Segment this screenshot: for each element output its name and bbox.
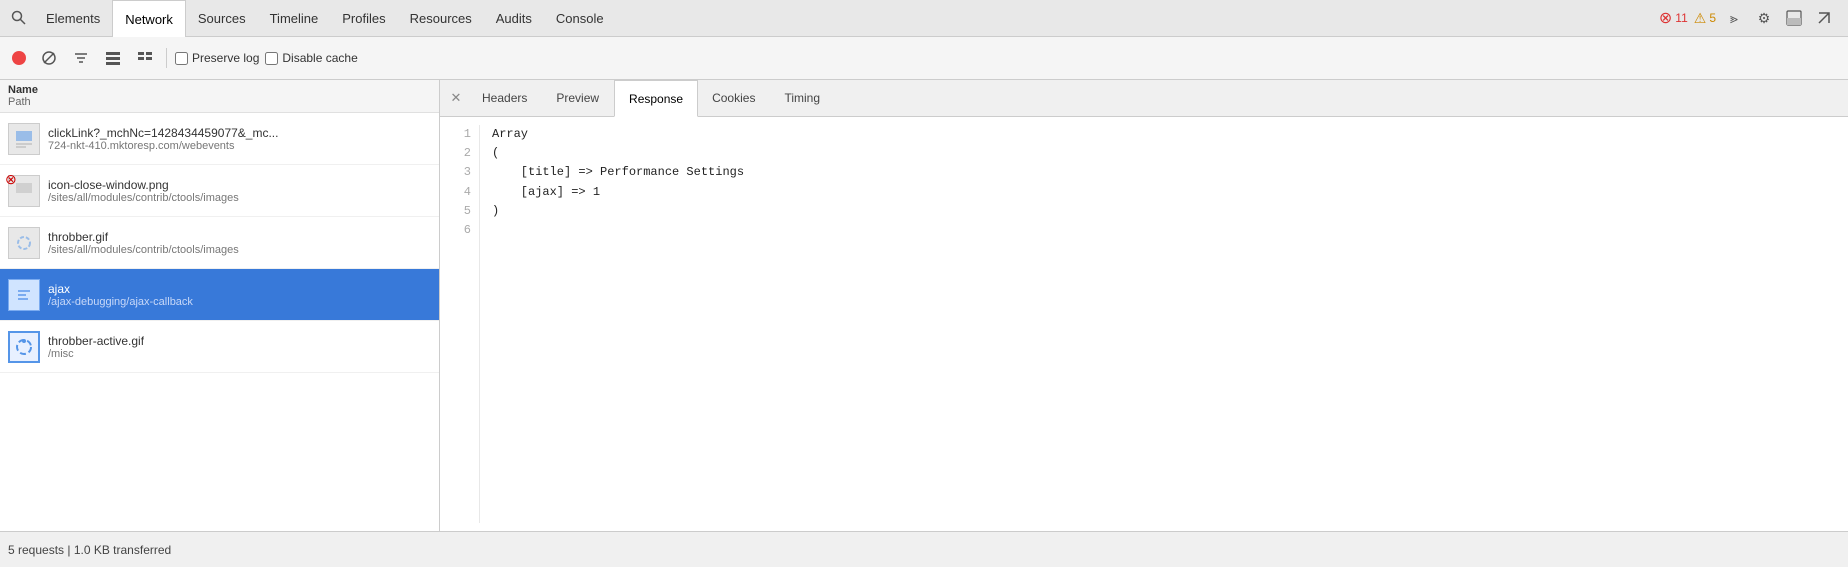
file-name: throbber.gif (48, 230, 239, 244)
file-name: icon-close-window.png (48, 178, 239, 192)
file-info: clickLink?_mchNc=1428434459077&_mc... 72… (48, 126, 278, 152)
file-icon (8, 331, 40, 363)
toolbar: Preserve log Disable cache (0, 37, 1848, 80)
file-item[interactable]: throbber.gif /sites/all/modules/contrib/… (0, 217, 439, 269)
file-icon-ajax (8, 279, 40, 311)
view-list-button[interactable] (100, 45, 126, 71)
file-info: ajax /ajax-debugging/ajax-callback (48, 282, 193, 308)
file-path: 724-nkt-410.mktoresp.com/webevents (48, 140, 278, 152)
right-panel: ✕ Headers Preview Response Cookies Timin… (440, 80, 1848, 531)
expand-icon[interactable] (1812, 6, 1836, 30)
nav-item-audits[interactable]: Audits (484, 0, 544, 37)
dock-icon[interactable] (1782, 6, 1806, 30)
file-path: /sites/all/modules/contrib/ctools/images (48, 244, 239, 256)
nav-item-elements[interactable]: Elements (34, 0, 112, 37)
file-list: clickLink?_mchNc=1428434459077&_mc... 72… (0, 113, 439, 531)
close-panel-button[interactable]: ✕ (444, 86, 468, 110)
file-item-ajax[interactable]: ajax /ajax-debugging/ajax-callback (0, 269, 439, 321)
file-path: /misc (48, 348, 144, 360)
separator-1 (166, 48, 167, 68)
left-panel: Name Path clickLink?_mchNc=1428434459077… (0, 80, 440, 531)
right-tabs: ✕ Headers Preview Response Cookies Timin… (440, 80, 1848, 117)
file-icon (8, 123, 40, 155)
nav-item-console[interactable]: Console (544, 0, 616, 37)
view-detail-button[interactable] (132, 45, 158, 71)
nav-item-sources[interactable]: Sources (186, 0, 258, 37)
file-info: throbber-active.gif /misc (48, 334, 144, 360)
file-path: /sites/all/modules/contrib/ctools/images (48, 192, 239, 204)
file-icon: ⊗ (8, 175, 40, 207)
tab-timing[interactable]: Timing (770, 80, 835, 117)
file-path: /ajax-debugging/ajax-callback (48, 296, 193, 308)
error-badge: ⊗ 11 (1659, 8, 1688, 28)
tab-preview[interactable]: Preview (542, 80, 614, 117)
record-button[interactable] (12, 51, 26, 65)
line-numbers: 1 2 3 4 5 6 (440, 125, 480, 523)
top-nav: Elements Network Sources Timeline Profil… (0, 0, 1848, 37)
disable-cache-group: Disable cache (265, 51, 357, 65)
status-bar: 5 requests | 1.0 KB transferred (0, 531, 1848, 567)
left-panel-header: Name Path (0, 80, 439, 113)
file-item[interactable]: clickLink?_mchNc=1428434459077&_mc... 72… (0, 113, 439, 165)
file-info: icon-close-window.png /sites/all/modules… (48, 178, 239, 204)
tab-response[interactable]: Response (614, 80, 698, 117)
nav-item-resources[interactable]: Resources (398, 0, 484, 37)
status-text: 5 requests | 1.0 KB transferred (8, 543, 171, 557)
column-header-path: Path (8, 96, 38, 108)
preserve-log-group: Preserve log (175, 51, 259, 65)
response-content: 1 2 3 4 5 6 Array ( [title] => Performan… (440, 117, 1848, 531)
file-item[interactable]: ⊗ icon-close-window.png /sites/all/modul… (0, 165, 439, 217)
file-name: throbber-active.gif (48, 334, 144, 348)
nav-item-network[interactable]: Network (112, 0, 186, 37)
warning-badge: ⚠ 5 (1694, 10, 1716, 27)
execute-icon[interactable]: ⪢ (1722, 6, 1746, 30)
code-block: Array ( [title] => Performance Settings … (480, 125, 756, 523)
preserve-log-checkbox[interactable] (175, 52, 188, 65)
clear-button[interactable] (36, 45, 62, 71)
file-icon (8, 227, 40, 259)
file-info: throbber.gif /sites/all/modules/contrib/… (48, 230, 239, 256)
column-header-name: Name (8, 84, 38, 96)
nav-right: ⊗ 11 ⚠ 5 ⪢ ⚙ (1659, 6, 1844, 30)
file-item[interactable]: throbber-active.gif /misc (0, 321, 439, 373)
nav-item-timeline[interactable]: Timeline (258, 0, 331, 37)
disable-cache-checkbox[interactable] (265, 52, 278, 65)
preserve-log-label[interactable]: Preserve log (192, 51, 259, 65)
filter-button[interactable] (68, 45, 94, 71)
search-icon[interactable] (4, 3, 34, 33)
tab-cookies[interactable]: Cookies (698, 80, 770, 117)
settings-icon[interactable]: ⚙ (1752, 6, 1776, 30)
main-layout: Name Path clickLink?_mchNc=1428434459077… (0, 80, 1848, 531)
disable-cache-label[interactable]: Disable cache (282, 51, 357, 65)
file-name: ajax (48, 282, 193, 296)
tab-headers[interactable]: Headers (468, 80, 542, 117)
nav-item-profiles[interactable]: Profiles (330, 0, 397, 37)
file-name: clickLink?_mchNc=1428434459077&_mc... (48, 126, 278, 140)
